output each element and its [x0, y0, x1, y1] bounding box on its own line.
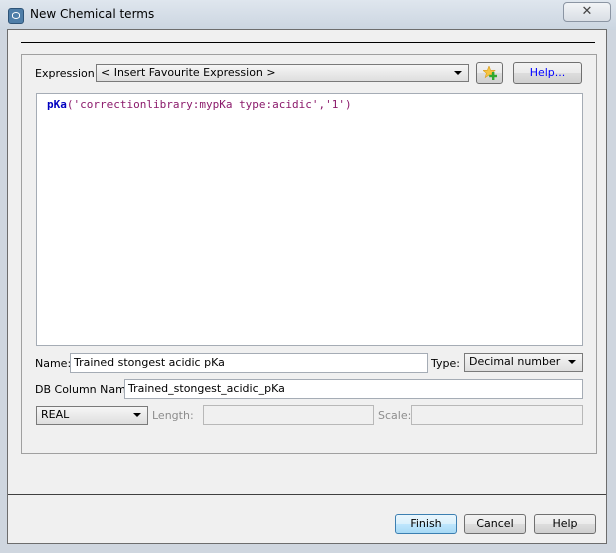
close-button[interactable]: ✕	[563, 2, 611, 22]
db-column-name-input[interactable]: Trained_stongest_acidic_pKa	[124, 379, 583, 399]
add-favourite-button[interactable]	[476, 62, 503, 84]
type-dropdown[interactable]: Decimal number	[464, 353, 583, 372]
favourite-expression-dropdown[interactable]: < Insert Favourite Expression >	[96, 64, 469, 82]
sql-type-dropdown[interactable]: REAL	[36, 406, 148, 425]
title-bar: New Chemical terms ✕	[0, 0, 616, 30]
code-arg-1: 'correctionlibrary:mypKa type:acidic'	[73, 98, 319, 111]
expression-label: Expression:	[35, 67, 99, 80]
db-column-name-label: DB Column Name:	[35, 383, 137, 396]
code-paren-close: )	[345, 98, 352, 111]
cancel-button[interactable]: Cancel	[464, 514, 526, 534]
chevron-down-icon	[133, 413, 141, 417]
code-arg-2: '1'	[325, 98, 346, 111]
finish-button[interactable]: Finish	[395, 514, 457, 534]
code-paren-open: (	[66, 98, 74, 111]
type-value: Decimal number	[469, 355, 561, 368]
star-add-icon	[483, 66, 497, 80]
help-button[interactable]: Help	[534, 514, 596, 534]
favourite-expression-value: < Insert Favourite Expression >	[101, 66, 276, 79]
chevron-down-icon	[454, 71, 462, 75]
expression-editor[interactable]: pKa('correctionlibrary:mypKa type:acidic…	[36, 93, 583, 346]
header-separator	[21, 42, 595, 43]
chevron-down-icon	[568, 360, 576, 364]
app-database-icon	[8, 8, 24, 24]
length-label: Length:	[152, 409, 194, 422]
name-label: Name:	[35, 357, 72, 370]
sql-type-value: REAL	[41, 408, 70, 421]
expression-group: Expression: < Insert Favourite Expressio…	[21, 54, 597, 454]
code-function: pKa	[47, 98, 67, 111]
footer-separator	[8, 494, 606, 495]
type-label: Type:	[431, 357, 460, 370]
dialog-body: Expression: < Insert Favourite Expressio…	[7, 29, 607, 544]
expression-help-button[interactable]: Help...	[513, 62, 582, 84]
length-input[interactable]	[203, 405, 374, 425]
name-input[interactable]: Trained stongest acidic pKa	[70, 353, 428, 373]
window-title: New Chemical terms	[30, 7, 155, 21]
expression-code: pKa('correctionlibrary:mypKa type:acidic…	[47, 98, 352, 111]
scale-label: Scale:	[378, 409, 412, 422]
scale-input[interactable]	[411, 405, 583, 425]
